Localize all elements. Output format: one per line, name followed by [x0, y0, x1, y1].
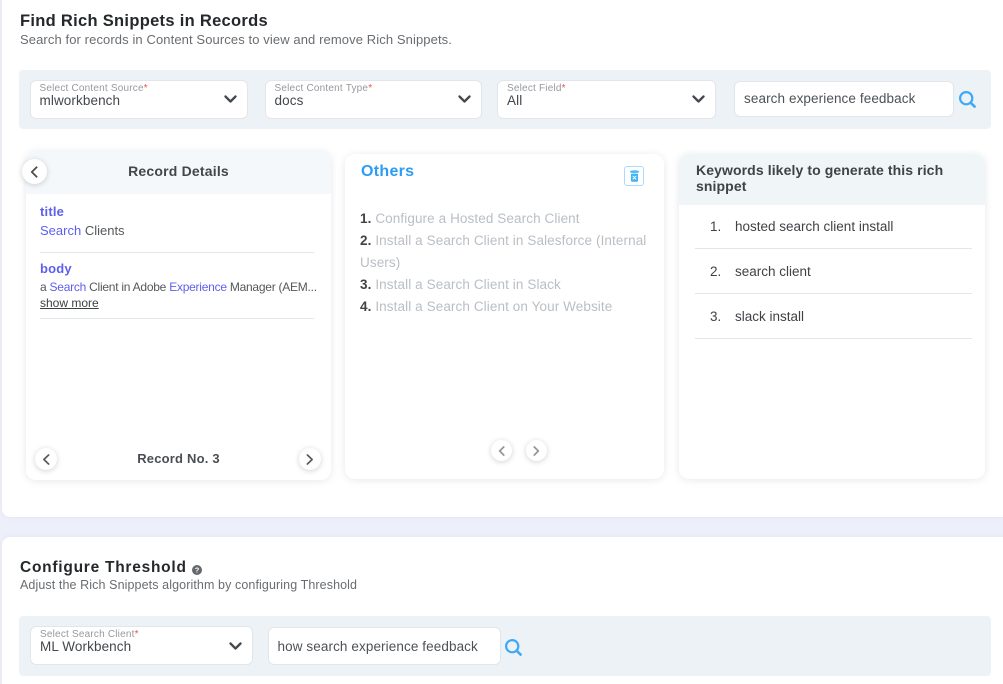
list-item-number: 3.	[360, 277, 371, 292]
value-text: Client in Adobe	[86, 280, 169, 294]
list-item-number: 2.	[360, 233, 371, 248]
list-item[interactable]: 4. Install a Search Client on Your Websi…	[360, 296, 652, 318]
field-value: All	[507, 94, 703, 108]
keyword-item: 2.search client	[695, 250, 972, 294]
content-source-label: Select Content Source*	[40, 83, 235, 94]
configure-threshold-panel: Configure Threshold ? Adjust the Rich Sn…	[2, 537, 1003, 684]
keyword-text: slack install	[735, 309, 804, 324]
list-item[interactable]: 3. Install a Search Client in Slack	[360, 274, 652, 296]
chevron-down-icon	[458, 95, 471, 103]
field-select[interactable]: Select Field* All	[497, 80, 716, 119]
record-number: Record No. 3	[26, 451, 331, 466]
keyword-text: hosted search client install	[735, 219, 893, 234]
record-field-body-value: a Search Client in Adobe Experience Mana…	[40, 280, 321, 294]
value-text: Manager (AEM...	[227, 280, 317, 294]
label-text: Select Content Type	[275, 83, 369, 94]
keyword-number: 3.	[710, 309, 734, 324]
search-icon[interactable]	[504, 638, 523, 657]
label-text: Select Content Source	[40, 83, 144, 94]
others-next-button[interactable]	[526, 440, 547, 461]
help-icon[interactable]: ?	[192, 565, 202, 575]
show-more-link[interactable]: show more	[40, 296, 99, 310]
chevron-left-icon	[42, 454, 50, 465]
threshold-subtitle: Adjust the Rich Snippets algorithm by co…	[20, 578, 357, 592]
search-client-select[interactable]: Select Search Client* ML Workbench	[30, 626, 253, 665]
keyword-text: search client	[735, 264, 811, 279]
divider	[40, 252, 314, 253]
find-snippets-panel: Find Rich Snippets in Records Search for…	[2, 0, 1003, 517]
delete-button[interactable]	[624, 166, 644, 186]
required-asterisk: *	[562, 83, 566, 94]
chevron-right-icon	[533, 446, 540, 456]
keywords-card: Keywords likely to generate this rich sn…	[679, 154, 985, 479]
list-item-text: Install a Search Client in Slack	[375, 277, 561, 292]
highlighted-term: Experience	[169, 280, 227, 294]
search-filter-bar: Select Content Source* mlworkbench Selec…	[19, 70, 991, 129]
record-field-title-label: title	[40, 204, 64, 219]
page-title: Find Rich Snippets in Records	[20, 12, 268, 31]
chevron-right-icon	[306, 454, 314, 465]
record-field-title-value: Search Clients	[40, 223, 125, 238]
chevron-down-icon	[229, 642, 242, 650]
value-text: a	[40, 280, 50, 294]
highlighted-term: Search	[40, 223, 81, 238]
others-card: Others 1. Configure a Hosted Search Clie…	[345, 154, 664, 479]
record-details-card: Record Details title Search Clients body…	[26, 151, 331, 480]
search-icon[interactable]	[958, 90, 977, 109]
chevron-down-icon	[692, 95, 705, 103]
highlighted-term: Search	[50, 280, 87, 294]
keyword-number: 2.	[710, 264, 734, 279]
list-item-number: 1.	[360, 211, 371, 226]
record-search-input[interactable]	[734, 81, 954, 118]
chevron-left-icon	[30, 166, 38, 178]
list-item-text: Configure a Hosted Search Client	[375, 211, 579, 226]
record-field-body-label: body	[40, 261, 72, 276]
content-type-value: docs	[275, 94, 469, 108]
others-previous-button[interactable]	[491, 440, 512, 461]
previous-record-button[interactable]	[35, 448, 57, 470]
list-item-text: Install a Search Client on Your Website	[375, 299, 612, 314]
label-text: Select Field	[507, 83, 562, 94]
chevron-down-icon	[224, 95, 237, 103]
threshold-search-input[interactable]	[268, 627, 501, 665]
threshold-filter-bar: Select Search Client* ML Workbench	[19, 616, 991, 676]
value-text: Clients	[81, 223, 124, 238]
list-item-number: 4.	[360, 299, 371, 314]
next-record-button[interactable]	[299, 448, 321, 470]
keyword-number: 1.	[710, 219, 734, 234]
record-details-header: Record Details	[26, 151, 331, 194]
required-asterisk: *	[144, 83, 148, 94]
back-button[interactable]	[22, 159, 47, 184]
divider	[40, 318, 314, 319]
threshold-title: Configure Threshold	[20, 559, 187, 577]
keyword-item: 1.hosted search client install	[695, 205, 972, 249]
content-source-value: mlworkbench	[40, 94, 235, 108]
heading-text: Configure Threshold	[20, 559, 187, 576]
chevron-left-icon	[498, 446, 505, 456]
content-type-select[interactable]: Select Content Type* docs	[265, 80, 482, 119]
others-list: 1. Configure a Hosted Search Client 2. I…	[360, 208, 652, 318]
list-item[interactable]: 2. Install a Search Client in Salesforce…	[360, 230, 652, 274]
search-client-value: ML Workbench	[40, 640, 240, 654]
trash-icon	[629, 170, 640, 182]
required-asterisk: *	[135, 629, 139, 640]
keywords-header: Keywords likely to generate this rich sn…	[679, 154, 985, 205]
field-label: Select Field*	[507, 83, 703, 94]
list-item[interactable]: 1. Configure a Hosted Search Client	[360, 208, 652, 230]
page-subtitle: Search for records in Content Sources to…	[20, 32, 452, 47]
content-source-select[interactable]: Select Content Source* mlworkbench	[30, 80, 248, 119]
svg-text:?: ?	[194, 566, 199, 575]
required-asterisk: *	[368, 83, 372, 94]
others-title: Others	[361, 163, 414, 181]
content-type-label: Select Content Type*	[275, 83, 469, 94]
keyword-item: 3.slack install	[695, 295, 972, 339]
list-item-text: Install a Search Client in Salesforce (I…	[360, 233, 646, 270]
